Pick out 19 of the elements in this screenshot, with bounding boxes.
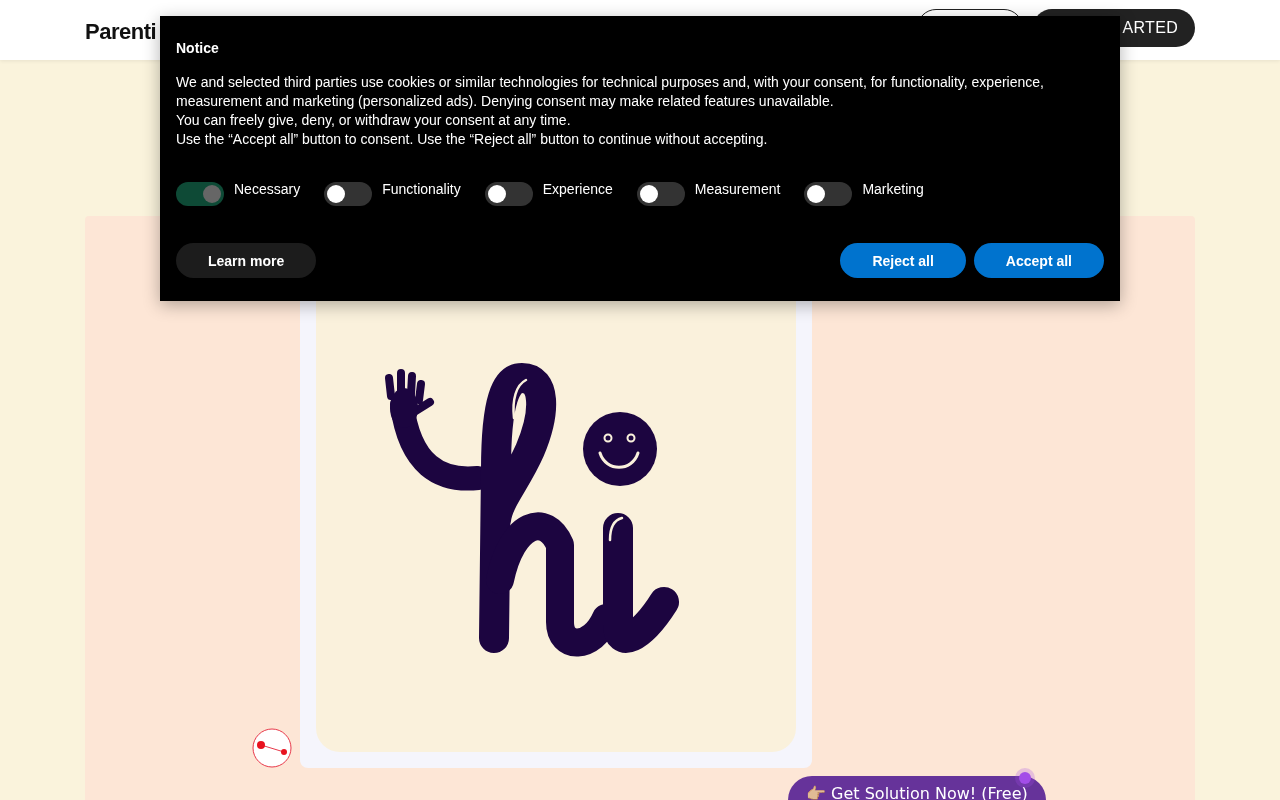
toggle-label: Functionality xyxy=(382,181,461,197)
learn-more-button[interactable]: Learn more xyxy=(176,243,317,278)
share-icon[interactable] xyxy=(252,728,292,768)
notice-text: We and selected third parties use cookies or similar technologies for technical purposes and, with your consent, for functionality, experience, measurement and marketing (personalized ads). Denying consent may make related features unavailable. xyxy=(176,73,1045,111)
toggle-switch[interactable] xyxy=(484,182,533,206)
toggle-label: Measurement xyxy=(694,181,781,197)
toggle-switch[interactable] xyxy=(636,182,685,206)
toggle-label: Experience xyxy=(542,181,613,197)
consent-button[interactable]: Accept all xyxy=(973,243,1104,278)
notification-dot xyxy=(1019,772,1031,784)
toggle-switch[interactable] xyxy=(324,182,373,206)
notice-text: Use the “Accept all” button to consent. Use the “Reject all” button to continue without accepting. xyxy=(176,130,769,149)
notice-text: You can freely give, deny, or withdraw your consent at any time. xyxy=(176,111,572,130)
toggle-switch[interactable] xyxy=(804,182,853,206)
consent-button[interactable]: Reject all xyxy=(840,243,966,278)
notice-title: Notice xyxy=(176,40,220,56)
logo[interactable]: Parenti xyxy=(85,19,157,45)
toggle-label: Marketing xyxy=(862,181,924,197)
toggle-label: Necessary xyxy=(234,181,301,197)
